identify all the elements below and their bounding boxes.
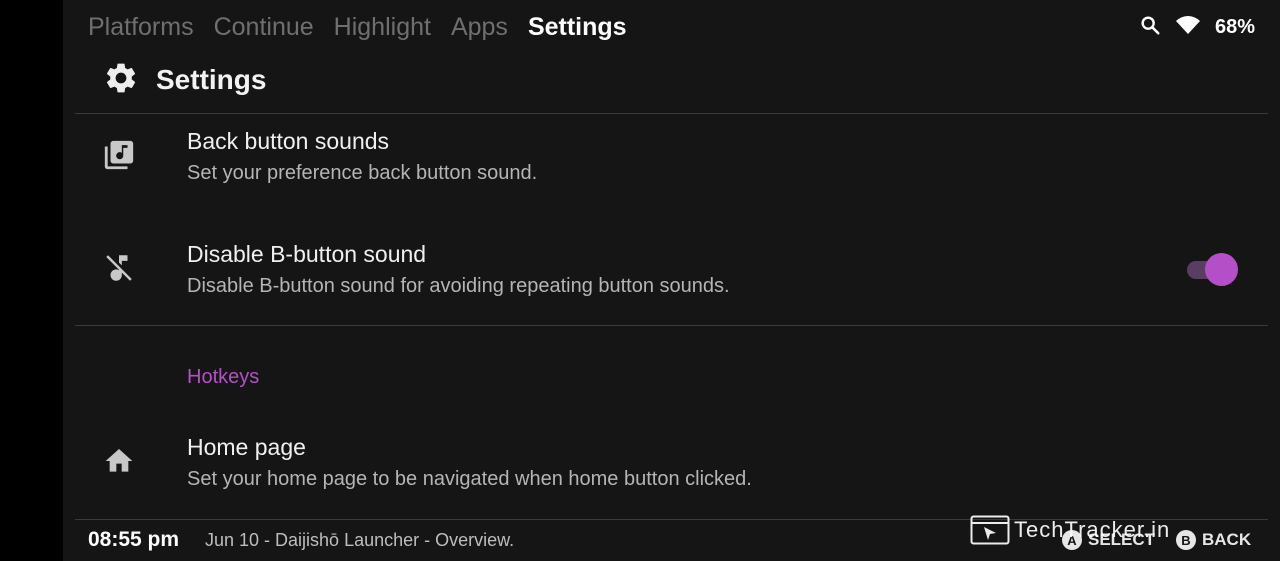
watermark: TechTracker.in: [970, 515, 1170, 545]
gear-icon: [103, 60, 139, 101]
back-hint-label: BACK: [1202, 530, 1252, 549]
tab-platforms[interactable]: Platforms: [88, 13, 194, 42]
setting-back-button-sounds[interactable]: Back button sounds Set your preference b…: [75, 118, 1268, 198]
clock: 08:55 pm: [88, 528, 180, 551]
wifi-icon: [1175, 14, 1201, 41]
tab-apps[interactable]: Apps: [451, 13, 508, 42]
bottom-info-text: Jun 10 - Daijishō Launcher - Overview.: [205, 530, 515, 550]
setting-title: Home page: [187, 434, 306, 460]
tab-settings[interactable]: Settings: [528, 13, 627, 42]
setting-disable-b-button-sound[interactable]: Disable B-button sound Disable B-button …: [75, 231, 1268, 311]
toggle-thumb: [1205, 253, 1238, 286]
tab-highlight[interactable]: Highlight: [334, 13, 431, 42]
battery-percent: 68%: [1214, 15, 1255, 38]
setting-description: Set your preference back button sound.: [187, 162, 538, 184]
music-library-icon: [101, 137, 137, 173]
setting-title: Disable B-button sound: [187, 241, 427, 267]
section-divider: [75, 325, 1268, 326]
setting-title: Back button sounds: [187, 128, 390, 154]
top-nav: Platforms Continue Highlight Apps Settin…: [88, 10, 647, 44]
browser-cursor-icon: [970, 515, 1010, 545]
disable-b-sound-toggle[interactable]: [1185, 253, 1239, 286]
search-icon[interactable]: [1139, 14, 1161, 41]
setting-description: Disable B-button sound for avoiding repe…: [187, 275, 730, 297]
music-off-icon: [101, 250, 137, 286]
setting-home-page[interactable]: Home page Set your home page to be navig…: [75, 424, 1268, 504]
setting-description: Set your home page to be navigated when …: [187, 468, 752, 490]
status-bar: 68%: [1139, 13, 1255, 41]
home-icon: [101, 443, 137, 479]
section-header-hotkeys: Hotkeys: [187, 366, 260, 388]
page-title: Settings: [156, 64, 267, 95]
header-divider: [75, 113, 1268, 114]
watermark-text: TechTracker.in: [1014, 517, 1171, 542]
b-button-icon: B: [1176, 530, 1196, 550]
back-hint[interactable]: B BACK: [1176, 530, 1251, 550]
tab-continue[interactable]: Continue: [214, 13, 314, 42]
page-header: Settings: [103, 60, 266, 100]
